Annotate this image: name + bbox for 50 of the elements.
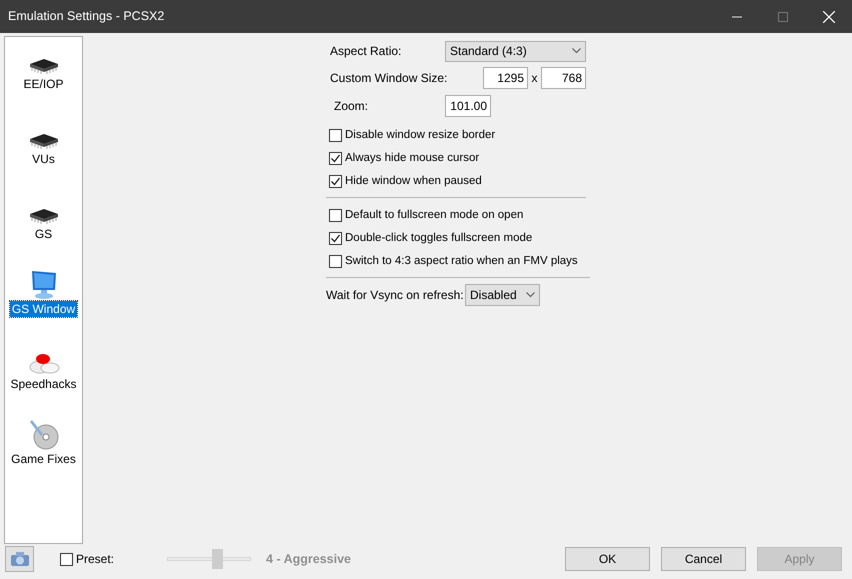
sidebar-item[interactable]: EE/IOP (5, 45, 82, 120)
sidebar-label: GS Window (10, 301, 78, 317)
checkbox[interactable] (329, 232, 342, 245)
checkbox[interactable] (329, 175, 342, 188)
checkbox[interactable] (329, 152, 342, 165)
vsync-dropdown[interactable]: Disabled (465, 284, 540, 306)
checkbox[interactable] (329, 255, 342, 268)
height-input[interactable]: 768 (541, 66, 586, 88)
checkbox-label: Hide window when paused (345, 174, 482, 189)
maximize-icon (778, 12, 788, 22)
checkbox-label: Switch to 4:3 aspect ratio when an FMV plays (345, 254, 578, 269)
pills-icon (28, 351, 60, 375)
sidebar-label: GS (34, 226, 54, 242)
sidebar-item[interactable]: GS Window (5, 270, 82, 345)
disc-icon (28, 418, 58, 450)
window-title: Emulation Settings - PCSX2 (7, 8, 166, 26)
preset-label: Preset: (76, 551, 114, 568)
dialog-button[interactable]: Cancel (661, 547, 746, 571)
field-label: Aspect Ratio: (329, 43, 402, 60)
chip-icon (28, 207, 60, 225)
preset-slider[interactable] (167, 549, 252, 569)
chip-icon (28, 57, 60, 75)
size-separator: x (530, 70, 538, 86)
sidebar-item[interactable]: Game Fixes (5, 420, 82, 495)
sidebar-label: Speedhacks (9, 376, 78, 392)
checkbox-label: Default to fullscreen mode on open (345, 208, 524, 223)
sidebar-label: VUs (31, 151, 56, 167)
zoom-input[interactable]: 101.00 (445, 94, 491, 116)
close-icon (823, 10, 835, 22)
preset-reading: 4 - Aggressive (266, 550, 352, 568)
sidebar-label: EE/IOP (22, 76, 64, 92)
sidebar-item[interactable]: GS (5, 195, 82, 270)
checkbox-label: Disable window resize border (345, 128, 496, 143)
field-label: Wait for Vsync on refresh: (326, 287, 465, 304)
caret-icon (526, 292, 535, 298)
camera-icon (10, 551, 30, 567)
sidebar-label: Game Fixes (10, 451, 77, 467)
sidebar-item[interactable]: Speedhacks (5, 345, 82, 420)
checkbox-label: Double-click toggles fullscreen mode (345, 230, 532, 246)
aspect-ratio-dropdown[interactable]: Standard (4:3) (445, 40, 586, 62)
caret-icon (572, 48, 581, 54)
checkbox[interactable] (329, 209, 342, 222)
chip-icon (28, 132, 60, 150)
dialog-button[interactable]: OK (565, 547, 650, 571)
sidebar-item[interactable]: VUs (5, 120, 82, 195)
field-label: Custom Window Size: (329, 70, 448, 86)
checkbox[interactable] (329, 129, 342, 142)
field-label: Zoom: (333, 98, 370, 114)
width-input[interactable]: 1295 (483, 66, 528, 88)
checkbox-label: Always hide mouse cursor (345, 150, 480, 166)
